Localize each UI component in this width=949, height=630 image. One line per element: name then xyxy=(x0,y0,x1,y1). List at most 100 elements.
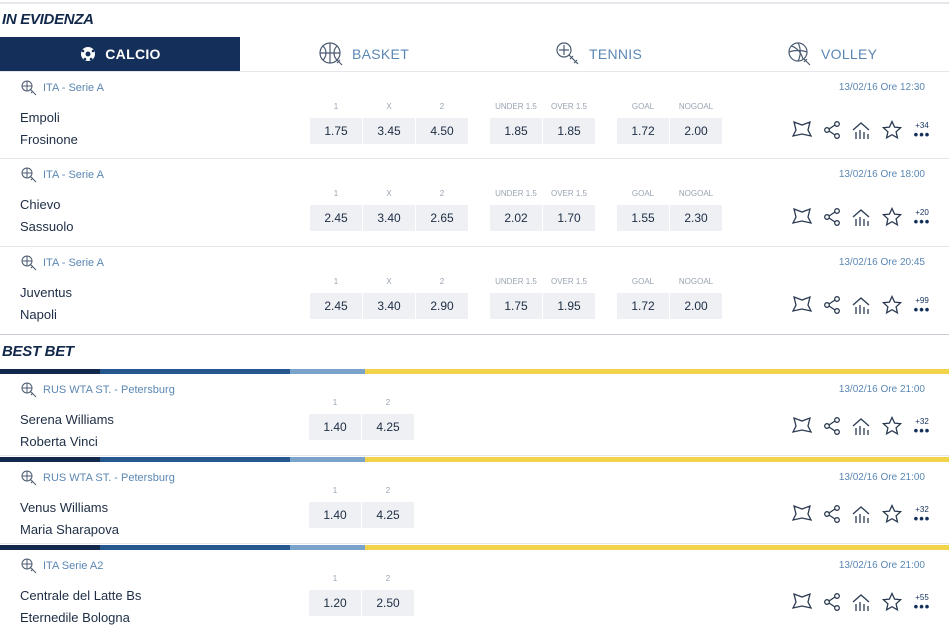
home-team[interactable]: Serena Williams xyxy=(20,412,114,427)
odds-button[interactable]: 4.50 xyxy=(416,118,468,144)
home-team[interactable]: Juventus xyxy=(20,285,72,300)
ellipsis-icon: ••• xyxy=(913,213,931,229)
league-link[interactable]: ITA Serie A2 xyxy=(21,558,103,574)
away-team[interactable]: Napoli xyxy=(20,307,57,322)
home-team[interactable]: Venus Williams xyxy=(20,500,108,515)
favorite-star-icon[interactable] xyxy=(877,205,907,229)
add-bet-icon[interactable] xyxy=(787,293,817,317)
favorite-star-icon[interactable] xyxy=(877,118,907,142)
tab-calcio[interactable]: CALCIO xyxy=(0,37,240,71)
stats-icon[interactable] xyxy=(847,414,877,438)
share-icon[interactable] xyxy=(817,118,847,142)
odds-button[interactable]: 2.00 xyxy=(670,293,722,319)
odds-button[interactable]: 2.00 xyxy=(670,118,722,144)
league-link[interactable]: RUS WTA ST. - Petersburg xyxy=(21,382,175,398)
odds-button[interactable]: 1.85 xyxy=(543,118,595,144)
odds-button[interactable]: 2.02 xyxy=(490,205,542,231)
match-actions: +32 ••• xyxy=(787,502,933,526)
away-team[interactable]: Maria Sharapova xyxy=(20,522,119,537)
share-icon[interactable] xyxy=(817,502,847,526)
favorite-star-icon[interactable] xyxy=(877,502,907,526)
away-team[interactable]: Eternedile Bologna xyxy=(20,610,130,625)
odds-button[interactable]: 3.40 xyxy=(363,205,415,231)
add-bet-icon[interactable] xyxy=(787,590,817,614)
odds-column-label: OVER 1.5 xyxy=(550,102,587,111)
odds-column-label: X xyxy=(386,102,392,111)
odds-button[interactable]: 3.45 xyxy=(363,118,415,144)
odds-button[interactable]: 1.55 xyxy=(617,205,669,231)
home-team[interactable]: Empoli xyxy=(20,110,60,125)
ellipsis-icon: ••• xyxy=(913,422,931,438)
more-markets-button[interactable]: +32 ••• xyxy=(911,417,933,438)
more-markets-button[interactable]: +34 ••• xyxy=(911,121,933,141)
odds-column-label: UNDER 1.5 xyxy=(495,102,537,111)
match-row: ITA - Serie A Chievo Sassuolo 13/02/16 Ore … xyxy=(0,159,949,247)
tennis-icon xyxy=(555,41,581,67)
odds-button[interactable]: 3.40 xyxy=(363,293,415,319)
odds-button[interactable]: 1.70 xyxy=(543,205,595,231)
odds-button[interactable]: 1.72 xyxy=(617,118,669,144)
odds-button[interactable]: 1.95 xyxy=(543,293,595,319)
league-link[interactable]: ITA - Serie A xyxy=(21,80,104,96)
odds-column-label: GOAL xyxy=(631,277,655,286)
odds-button[interactable]: 2.50 xyxy=(362,590,414,616)
odds-button[interactable]: 1.20 xyxy=(309,590,361,616)
share-icon[interactable] xyxy=(817,205,847,229)
away-team[interactable]: Sassuolo xyxy=(20,219,73,234)
stats-icon[interactable] xyxy=(847,293,877,317)
odds-button[interactable]: 2.45 xyxy=(310,293,362,319)
stats-icon[interactable] xyxy=(847,502,877,526)
odds-button[interactable]: 1.40 xyxy=(309,414,361,440)
tab-volley[interactable]: VOLLEY xyxy=(787,37,877,71)
add-bet-icon[interactable] xyxy=(787,502,817,526)
more-markets-button[interactable]: +55 ••• xyxy=(911,593,933,613)
home-team[interactable]: Centrale del Latte Bs xyxy=(20,588,141,603)
odds-button[interactable]: 1.40 xyxy=(309,502,361,528)
odds-button[interactable]: 4.25 xyxy=(362,414,414,440)
match-date: 13/02/16 Ore 12:30 xyxy=(838,82,925,93)
stats-icon[interactable] xyxy=(847,590,877,614)
league-name: ITA - Serie A xyxy=(43,257,104,269)
odds-column-label: 2 xyxy=(439,277,445,286)
stats-icon[interactable] xyxy=(847,205,877,229)
more-markets-button[interactable]: +32 ••• xyxy=(911,505,933,526)
odds-button[interactable]: 1.72 xyxy=(617,293,669,319)
volleyball-icon xyxy=(787,41,813,67)
odds-button[interactable]: 2.65 xyxy=(416,205,468,231)
odds-button[interactable]: 1.75 xyxy=(310,118,362,144)
add-bet-icon[interactable] xyxy=(787,414,817,438)
share-icon[interactable] xyxy=(817,590,847,614)
match-row: RUS WTA ST. - Petersburg Serena Williams R… xyxy=(0,374,949,456)
league-name: ITA Serie A2 xyxy=(43,560,104,572)
sport-icon xyxy=(21,382,37,398)
odds-column-label: 1 xyxy=(332,574,338,583)
favorite-star-icon[interactable] xyxy=(877,293,907,317)
odds-button[interactable]: 1.75 xyxy=(490,293,542,319)
away-team[interactable]: Roberta Vinci xyxy=(20,434,98,449)
odds-button[interactable]: 2.45 xyxy=(310,205,362,231)
odds-button[interactable]: 2.30 xyxy=(670,205,722,231)
odds-button[interactable]: 2.90 xyxy=(416,293,468,319)
ellipsis-icon: ••• xyxy=(913,510,931,526)
league-name: ITA - Serie A xyxy=(43,169,104,181)
more-markets-button[interactable]: +20 ••• xyxy=(911,208,933,229)
favorite-star-icon[interactable] xyxy=(877,414,907,438)
league-link[interactable]: ITA - Serie A xyxy=(21,167,104,183)
home-team[interactable]: Chievo xyxy=(20,197,60,212)
league-link[interactable]: ITA - Serie A xyxy=(21,255,104,271)
favorite-star-icon[interactable] xyxy=(877,590,907,614)
away-team[interactable]: Frosinone xyxy=(20,132,78,147)
odds-button[interactable]: 1.85 xyxy=(490,118,542,144)
share-icon[interactable] xyxy=(817,414,847,438)
match-row: ITA Serie A2 Centrale del Latte Bs Eterned… xyxy=(0,550,949,630)
more-markets-button[interactable]: +99 ••• xyxy=(911,296,933,316)
add-bet-icon[interactable] xyxy=(787,118,817,142)
stats-icon[interactable] xyxy=(847,118,877,142)
share-icon[interactable] xyxy=(817,293,847,317)
top-divider xyxy=(0,2,949,4)
odds-button[interactable]: 4.25 xyxy=(362,502,414,528)
tab-tennis[interactable]: TENNIS xyxy=(555,37,642,71)
league-link[interactable]: RUS WTA ST. - Petersburg xyxy=(21,470,175,486)
tab-basket[interactable]: BASKET xyxy=(318,37,409,71)
add-bet-icon[interactable] xyxy=(787,205,817,229)
